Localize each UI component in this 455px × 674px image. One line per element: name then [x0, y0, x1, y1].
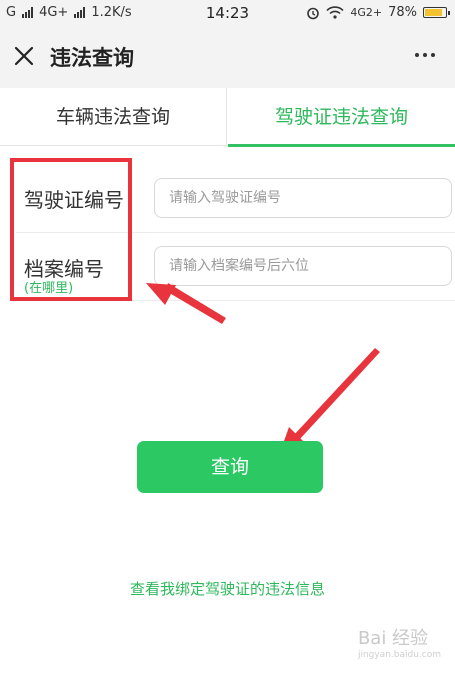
arrow-to-labels: [146, 283, 226, 324]
annotation-arrows: [146, 283, 380, 458]
query-button[interactable]: 查询: [137, 441, 323, 493]
watermark-sub: jingyan.baidu.com: [357, 650, 441, 660]
bound-license-violations-link[interactable]: 查看我绑定驾驶证的违法信息: [0, 578, 455, 599]
watermark-text: Bai 经验: [357, 628, 429, 649]
baidu-watermark: Bai 经验 jingyan.baidu.com: [358, 624, 441, 660]
